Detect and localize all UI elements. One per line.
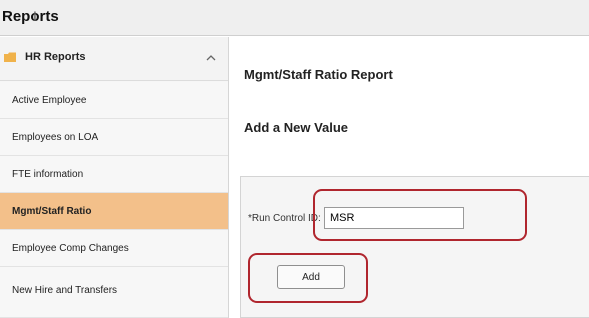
sidebar-group-label: HR Reports — [25, 51, 86, 63]
app-title: Reports — [2, 8, 59, 25]
sidebar-item-label: Employee Comp Changes — [12, 243, 129, 254]
sidebar-item-mgmt-staff-ratio[interactable]: Mgmt/Staff Ratio — [0, 193, 228, 230]
sidebar-item-label: Mgmt/Staff Ratio — [12, 206, 92, 217]
sidebar-group-hr-reports[interactable]: HR Reports — [0, 37, 228, 81]
highlight-run-control-callout — [313, 189, 527, 241]
sidebar-item-employees-on-loa[interactable]: Employees on LOA — [0, 119, 228, 156]
sidebar-item-label: FTE information — [12, 169, 84, 180]
sidebar-item-employee-comp-changes[interactable]: Employee Comp Changes — [0, 230, 228, 267]
sidebar-item-label: Active Employee — [12, 95, 87, 106]
sidebar: HR Reports Active Employee Employees on … — [0, 37, 229, 318]
sidebar-item-label: New Hire and Transfers — [12, 285, 118, 296]
sidebar-item-active-employee[interactable]: Active Employee — [0, 82, 228, 119]
sidebar-item-label: Employees on LOA — [12, 132, 99, 143]
run-control-id-label: *Run Control ID: — [248, 213, 321, 224]
folder-icon — [4, 52, 16, 62]
sidebar-item-new-hire-and-transfers[interactable]: New Hire and Transfers — [0, 267, 228, 318]
chevron-up-icon[interactable] — [206, 54, 216, 62]
text-cursor-icon: I — [33, 8, 37, 24]
page-title: Mgmt/Staff Ratio Report — [244, 67, 393, 82]
title-bar: Reports I — [0, 0, 589, 36]
highlight-add-button-callout — [248, 253, 368, 303]
sidebar-item-fte-information[interactable]: FTE information — [0, 156, 228, 193]
section-title: Add a New Value — [244, 120, 349, 135]
